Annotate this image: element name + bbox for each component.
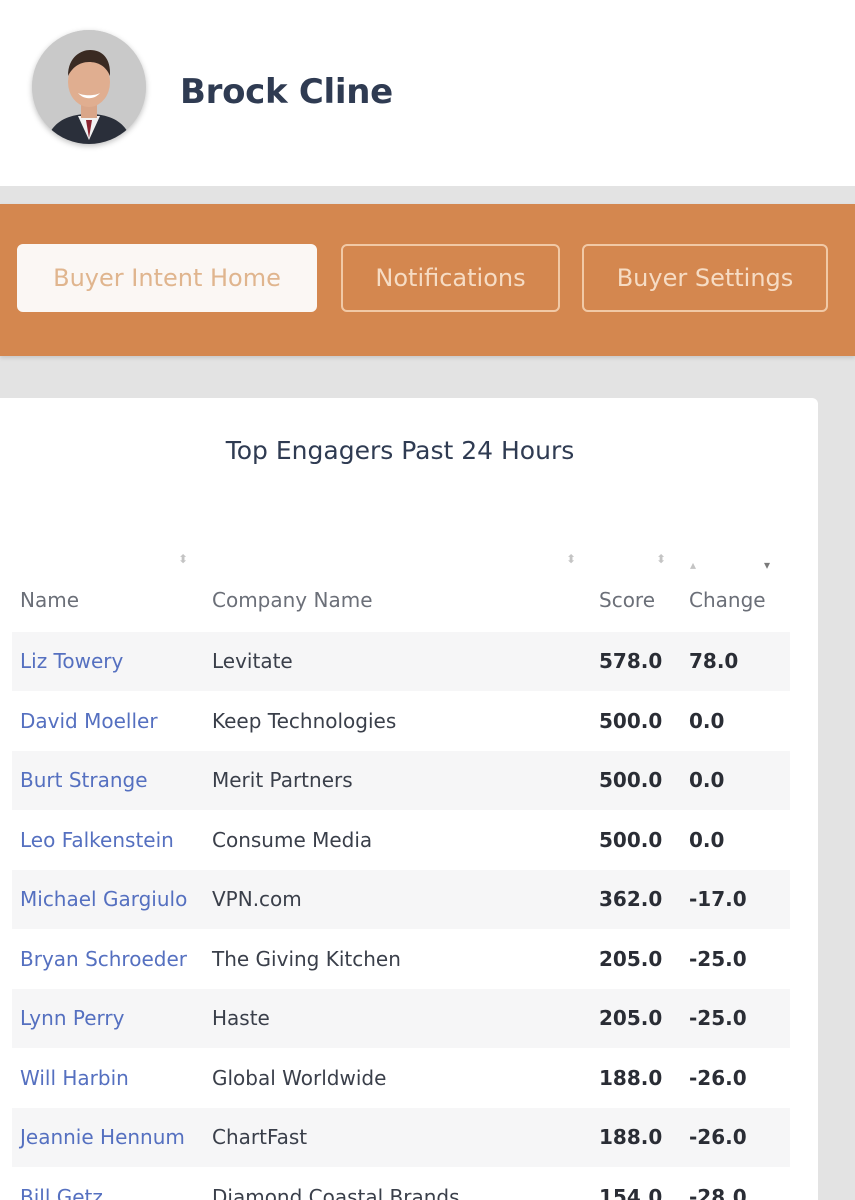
- company-name: ChartFast: [212, 1125, 308, 1149]
- sort-down-icon-change[interactable]: ▾: [764, 558, 770, 572]
- change-value: -25.0: [689, 946, 747, 971]
- company-name: Merit Partners: [212, 768, 353, 792]
- sort-up-icon-change[interactable]: ▴: [690, 558, 696, 572]
- score-value: 500.0: [599, 768, 663, 792]
- engager-name-link[interactable]: Leo Falkenstein: [20, 828, 174, 852]
- column-header-change[interactable]: Change: [689, 588, 766, 612]
- profile-name: Brock Cline: [180, 72, 393, 112]
- change-value: 0.0: [689, 768, 725, 792]
- company-name: Levitate: [212, 649, 293, 673]
- change-value: -26.0: [689, 1065, 747, 1090]
- avatar[interactable]: [32, 30, 146, 144]
- table-row[interactable]: Bryan Schroeder The Giving Kitchen 205.0…: [12, 930, 790, 989]
- notifications-button[interactable]: Notifications: [341, 244, 560, 312]
- company-name: VPN.com: [212, 887, 302, 911]
- score-value: 500.0: [599, 827, 663, 852]
- engager-name-link[interactable]: David Moeller: [20, 709, 158, 733]
- company-name: Keep Technologies: [212, 708, 397, 733]
- sort-icon-score[interactable]: ⬍: [656, 552, 666, 566]
- card-title: Top Engagers Past 24 Hours: [225, 436, 575, 465]
- table-row[interactable]: Bill Getz Diamond Coastal Brands 154.0 -…: [12, 1168, 790, 1200]
- buyer-intent-home-button[interactable]: Buyer Intent Home: [17, 244, 317, 312]
- engager-name-link[interactable]: Bryan Schroeder: [20, 947, 187, 971]
- table-row[interactable]: Leo Falkenstein Consume Media 500.0 0.0: [12, 811, 790, 870]
- table-row[interactable]: Liz Towery Levitate 578.0 78.0: [12, 632, 790, 692]
- score-value: 205.0: [599, 946, 663, 971]
- company-name: Global Worldwide: [212, 1065, 387, 1090]
- engager-name-link[interactable]: Liz Towery: [20, 649, 123, 673]
- score-value: 205.0: [599, 1006, 663, 1030]
- buyer-settings-button[interactable]: Buyer Settings: [582, 244, 828, 312]
- engager-name-link[interactable]: Lynn Perry: [20, 1006, 124, 1030]
- company-name: The Giving Kitchen: [212, 946, 401, 971]
- engager-name-link[interactable]: Burt Strange: [20, 768, 148, 792]
- score-value: 188.0: [599, 1125, 663, 1149]
- change-value: 0.0: [689, 827, 725, 852]
- company-name: Diamond Coastal Brands: [212, 1184, 460, 1200]
- table-row[interactable]: Will Harbin Global Worldwide 188.0 -26.0: [12, 1049, 790, 1108]
- change-value: -25.0: [689, 1006, 747, 1030]
- column-header-name[interactable]: Name: [20, 588, 79, 612]
- top-engagers-card: Top Engagers Past 24 Hours ⬍ ⬍ ⬍ ▴ ▾ Nam…: [0, 398, 818, 1200]
- table-row[interactable]: Lynn Perry Haste 205.0 -25.0: [12, 989, 790, 1049]
- change-value: 0.0: [689, 708, 725, 733]
- score-value: 188.0: [599, 1065, 663, 1090]
- change-value: -26.0: [689, 1125, 747, 1149]
- table-row[interactable]: Burt Strange Merit Partners 500.0 0.0: [12, 751, 790, 811]
- column-header-score[interactable]: Score: [599, 588, 655, 612]
- change-value: -17.0: [689, 887, 747, 911]
- change-value: 78.0: [689, 649, 739, 673]
- profile-header: Brock Cline: [0, 0, 855, 186]
- table-row[interactable]: David Moeller Keep Technologies 500.0 0.…: [12, 692, 790, 751]
- table-row[interactable]: Michael Gargiulo VPN.com 362.0 -17.0: [12, 870, 790, 930]
- sort-icon-company[interactable]: ⬍: [566, 552, 576, 566]
- score-value: 500.0: [599, 708, 663, 733]
- score-value: 578.0: [599, 649, 663, 673]
- engager-name-link[interactable]: Bill Getz: [20, 1185, 103, 1200]
- score-value: 154.0: [599, 1184, 663, 1200]
- company-name: Consume Media: [212, 827, 373, 852]
- avatar-photo: [32, 30, 146, 144]
- engager-name-link[interactable]: Will Harbin: [20, 1066, 129, 1090]
- engager-name-link[interactable]: Jeannie Hennum: [20, 1125, 185, 1149]
- column-header-company[interactable]: Company Name: [212, 588, 373, 612]
- buyer-nav-bar: Buyer Intent Home Notifications Buyer Se…: [0, 204, 855, 356]
- table-row[interactable]: Jeannie Hennum ChartFast 188.0 -26.0: [12, 1108, 790, 1168]
- score-value: 362.0: [599, 887, 663, 911]
- engager-name-link[interactable]: Michael Gargiulo: [20, 887, 187, 911]
- change-value: -28.0: [689, 1184, 747, 1200]
- sort-icon-name[interactable]: ⬍: [178, 552, 188, 566]
- engagers-table-body: Liz Towery Levitate 578.0 78.0 David Moe…: [12, 632, 790, 1200]
- company-name: Haste: [212, 1006, 270, 1030]
